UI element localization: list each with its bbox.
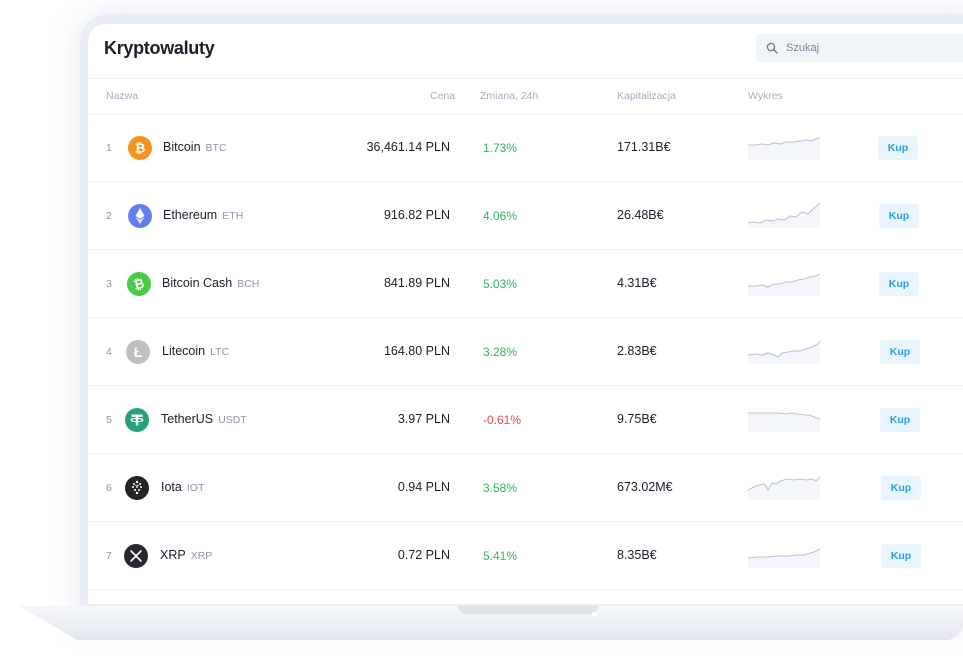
coin-market-cap: 2.83B€	[617, 344, 657, 358]
bitcoin-cash-icon: ₿	[127, 272, 151, 296]
buy-button[interactable]: Kup	[879, 272, 919, 296]
row-rank: 4	[106, 346, 112, 358]
table-row: 7 XRP XRP 0.72 PLN 5.41% 8.35B€ Kup	[88, 522, 963, 590]
coin-name-label: Ethereum	[163, 208, 218, 222]
laptop-indicator	[592, 612, 597, 617]
laptop-notch	[458, 606, 598, 614]
coin-symbol: BTC	[205, 142, 227, 154]
row-rank: 7	[106, 550, 112, 562]
column-header-cap: Kapitalizacja	[617, 90, 676, 102]
row-rank: 1	[106, 142, 112, 154]
coin-name: Litecoin LTC	[162, 344, 229, 358]
coin-change-24h: 1.73%	[483, 141, 518, 155]
tether-icon	[125, 408, 149, 432]
coin-name-label: Bitcoin Cash	[162, 276, 233, 290]
page-title: Kryptowaluty	[104, 38, 215, 58]
svg-text:Ł: Ł	[134, 344, 143, 360]
coin-name-label: Litecoin	[162, 344, 206, 358]
column-header-change: Zmiana, 24h	[480, 90, 539, 102]
coin-price: 916.82 PLN	[383, 208, 450, 222]
coin-name: Iota IOT	[161, 480, 204, 494]
coin-symbol: ETH	[222, 210, 244, 222]
table-row: 5 TetherUS USDT 3.97 PLN -0.61% 9.75B€ Kup	[88, 386, 963, 454]
coin-price: 841.89 PLN	[383, 276, 450, 290]
buy-button[interactable]: Kup	[880, 340, 920, 364]
coin-change-24h: -0.61%	[483, 413, 522, 427]
search-box[interactable]	[756, 34, 963, 62]
coin-name: TetherUS USDT	[161, 412, 247, 426]
coin-change-24h: 5.03%	[483, 277, 518, 291]
sparkline-area	[748, 203, 820, 228]
coin-price: 0.94 PLN	[397, 480, 450, 494]
coin-change-24h: 4.06%	[483, 209, 518, 223]
row-rank: 3	[106, 278, 112, 290]
coin-symbol: XRP	[190, 550, 213, 562]
coin-name-label: Bitcoin	[163, 140, 201, 154]
coin-symbol: LTC	[210, 346, 230, 358]
coin-name-label: TetherUS	[161, 412, 214, 426]
buy-button[interactable]: Kup	[881, 476, 921, 500]
coin-name-label: XRP	[160, 548, 186, 562]
svg-text:₿: ₿	[132, 275, 146, 292]
coin-market-cap: 673.02M€	[617, 480, 673, 494]
ethereum-icon	[128, 204, 152, 228]
litecoin-icon: Ł	[126, 340, 150, 364]
crypto-table-panel: Kryptowaluty Nazwa Cena Zmiana, 24h Kapi…	[88, 24, 963, 604]
sparkline-chart	[748, 476, 821, 500]
table-row: 4 Ł Litecoin LTC 164.80 PLN 3.28% 2.83B€ Kup	[88, 318, 963, 386]
coin-market-cap: 171.31B€	[617, 140, 671, 154]
coin-name: Bitcoin Cash BCH	[162, 276, 259, 290]
coin-name-label: Iota	[161, 480, 182, 494]
coin-market-cap: 9.75B€	[617, 412, 657, 426]
header-divider	[88, 78, 963, 79]
coin-symbol: IOT	[186, 482, 205, 494]
search-icon	[766, 42, 778, 54]
sparkline-chart	[748, 202, 821, 228]
column-header-name: Nazwa	[106, 90, 139, 102]
sparkline-chart	[748, 340, 821, 364]
coin-market-cap: 8.35B€	[617, 548, 657, 562]
coin-name: Ethereum ETH	[163, 208, 243, 222]
bitcoin-icon: ₿	[128, 136, 152, 160]
coin-change-24h: 3.58%	[483, 481, 518, 495]
coin-price: 0.72 PLN	[397, 548, 450, 562]
coin-symbol: BCH	[237, 278, 260, 290]
coin-change-24h: 5.41%	[483, 549, 518, 563]
svg-text:₿: ₿	[135, 141, 146, 156]
sparkline-area	[748, 138, 820, 160]
buy-button[interactable]: Kup	[878, 136, 918, 160]
row-rank: 6	[106, 482, 112, 494]
coin-price: 36,461.14 PLN	[366, 140, 450, 154]
column-header-price: Cena	[430, 90, 456, 102]
sparkline-area	[748, 549, 820, 568]
search-input[interactable]	[784, 41, 963, 55]
coin-market-cap: 4.31B€	[617, 276, 657, 290]
coin-market-cap: 26.48B€	[617, 208, 664, 222]
table-row: 2 Ethereum ETH 916.82 PLN 4.06% 26.48B€ Kup	[88, 182, 963, 250]
buy-button[interactable]: Kup	[881, 544, 921, 568]
coin-price: 3.97 PLN	[397, 412, 450, 426]
xrp-icon	[124, 544, 148, 568]
row-rank: 2	[106, 210, 112, 222]
sparkline-chart	[748, 273, 821, 296]
table-row: 1 ₿ Bitcoin BTC 36,461.14 PLN 1.73% 171.31B€ Ku…	[88, 114, 963, 182]
table-row: 6 Iota IOT 0.94 PLN 3.58% 673.02M€ Kup	[88, 454, 963, 522]
coin-price: 164.80 PLN	[383, 344, 450, 358]
row-divider	[88, 589, 963, 590]
row-rank: 5	[106, 414, 112, 426]
column-header-chart: Wykres	[748, 90, 783, 102]
sparkline-chart	[748, 412, 821, 432]
sparkline-chart	[748, 137, 820, 160]
coin-change-24h: 3.28%	[483, 345, 518, 359]
sparkline-area	[748, 413, 820, 432]
buy-button[interactable]: Kup	[879, 204, 919, 228]
coin-symbol: USDT	[218, 414, 247, 426]
coin-name: Bitcoin BTC	[163, 140, 227, 154]
coin-name: XRP XRP	[160, 548, 212, 562]
iota-icon	[125, 476, 149, 500]
table-row: 3 ₿ Bitcoin Cash BCH 841.89 PLN 5.03% 4.31B€ Ku…	[88, 250, 963, 318]
sparkline-chart	[748, 548, 821, 568]
buy-button[interactable]: Kup	[880, 408, 920, 432]
